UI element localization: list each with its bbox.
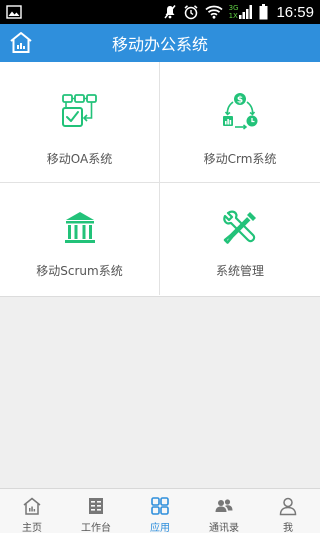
crm-cycle-icon: $ [220,92,260,132]
home-icon[interactable] [8,30,34,56]
app-label: 移动Crm系统 [203,152,277,166]
app-label: 系统管理 [215,264,264,278]
oa-workflow-icon [60,92,100,132]
image-icon [6,5,22,19]
nav-item-contacts[interactable]: 通讯录 [192,489,256,533]
nav-item-home[interactable]: 主页 [0,489,64,533]
nav-label: 工作台 [81,523,111,533]
app-label: 移动Scrum系统 [36,264,123,278]
home-icon [22,496,42,516]
network-type-bottom: 1X [228,12,238,20]
battery-icon [259,4,268,20]
contacts-icon [214,496,234,516]
tools-icon [220,208,260,248]
status-bar: 3G 1X 16:59 [0,0,320,24]
status-time: 16:59 [276,3,314,21]
network-type-top: 3G [228,4,239,12]
mute-icon [163,4,177,20]
app-grid: 移动OA系统 $ 移动Crm系统 移动Scrum系统 系统管理 [0,62,320,297]
nav-label: 主页 [22,523,42,533]
app-label: 移动OA系统 [46,152,113,166]
page-title: 移动办公系统 [111,35,208,54]
app-tile-crm[interactable]: $ 移动Crm系统 [160,62,320,183]
app-tile-scrum[interactable]: 移动Scrum系统 [0,183,160,295]
nav-item-apps[interactable]: 应用 [128,489,192,533]
nav-item-profile[interactable]: 我 [256,489,320,533]
svg-text:$: $ [237,96,243,106]
workbench-icon [86,496,106,516]
bottom-nav: 主页 工作台 应用 通讯录 我 [0,488,320,533]
app-tile-admin[interactable]: 系统管理 [160,183,320,295]
nav-label: 我 [283,523,293,533]
wifi-icon [204,5,223,19]
nav-label: 通讯录 [209,523,239,533]
title-bar: 移动办公系统 [0,24,320,62]
nav-label: 应用 [150,523,170,533]
alarm-icon [183,4,199,20]
bank-columns-icon [60,208,100,248]
apps-grid-icon [150,496,170,516]
profile-icon [278,496,298,516]
app-tile-oa[interactable]: 移动OA系统 [0,62,160,183]
signal-icon: 3G 1X [229,4,254,20]
nav-item-workbench[interactable]: 工作台 [64,489,128,533]
